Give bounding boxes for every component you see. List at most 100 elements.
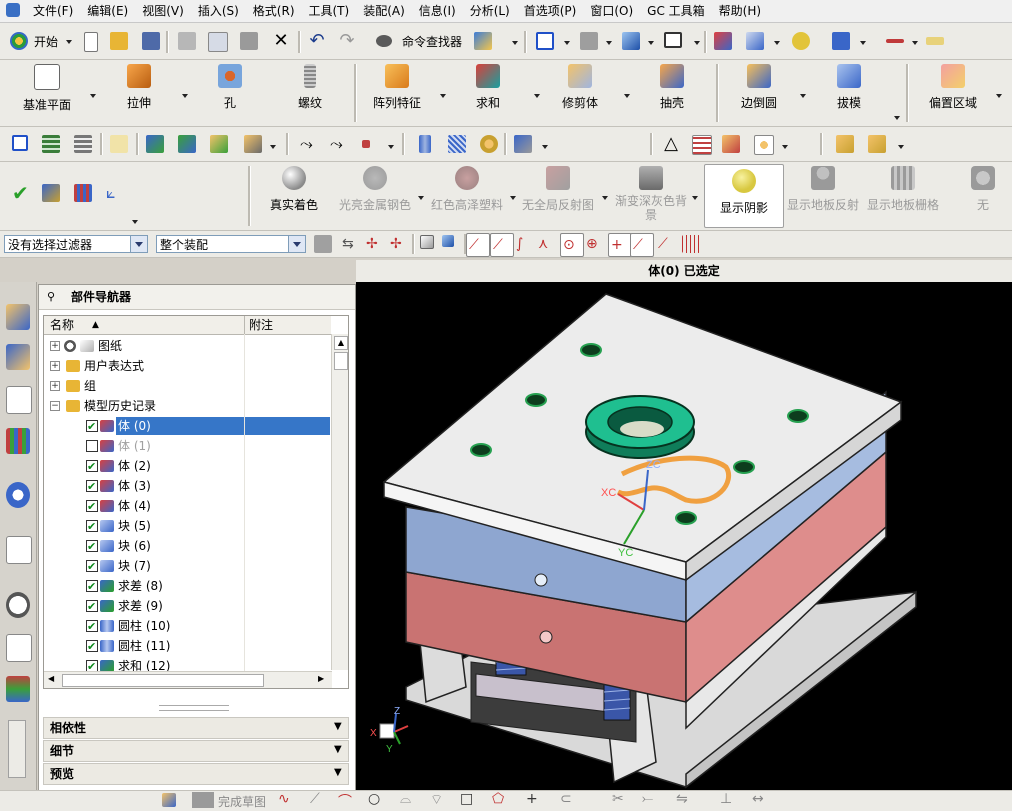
expand-icon[interactable]: + — [50, 381, 60, 391]
show-shadow-button[interactable]: 显示阴影 — [704, 164, 784, 228]
visibility-checkbox[interactable] — [86, 597, 98, 617]
collapse-icon[interactable]: − — [50, 401, 60, 411]
visibility-checkbox[interactable] — [86, 557, 98, 577]
tree-row[interactable]: 求差 (8) — [44, 576, 330, 597]
finish-sketch-button[interactable] — [160, 791, 182, 809]
extrude-button[interactable]: 拉伸 — [106, 64, 172, 111]
render-style-button[interactable] — [620, 30, 642, 52]
filter-settings-button[interactable] — [312, 233, 334, 255]
cylinder-button[interactable] — [414, 133, 436, 155]
select-face-button[interactable] — [440, 233, 462, 255]
visibility-checkbox[interactable] — [86, 497, 98, 517]
snap-face-button[interactable]: ⟋ — [656, 233, 678, 255]
metal-steel-button[interactable]: 光亮金属钢色 — [334, 166, 416, 213]
reuse-library-tab[interactable] — [6, 428, 30, 454]
tree-row[interactable]: 求差 (9) — [44, 596, 330, 617]
dimension-icon[interactable]: ↔ — [752, 791, 764, 807]
menu-gc-toolkit[interactable]: GC 工具箱 — [640, 0, 712, 22]
ruler-button[interactable] — [924, 30, 946, 52]
floor-grid-button[interactable]: 显示地板栅格 — [866, 166, 940, 213]
render-mode-button[interactable] — [40, 182, 62, 204]
background-button[interactable] — [662, 30, 684, 52]
selection-tool-button[interactable] — [472, 30, 494, 52]
info-tab[interactable] — [6, 482, 30, 508]
visibility-checkbox[interactable] — [86, 517, 98, 537]
select-body-button[interactable] — [418, 233, 440, 255]
tree-row[interactable]: 体 (4) — [44, 496, 330, 517]
none-button[interactable]: 无 — [960, 166, 1006, 213]
section-button[interactable] — [720, 133, 742, 155]
scroll-up-icon[interactable]: ▲ — [334, 336, 348, 350]
scroll-left-icon[interactable]: ◀ — [48, 674, 54, 683]
selection-scope-select[interactable]: 整个装配 — [156, 235, 306, 253]
draft-button[interactable]: 拔模 — [818, 64, 880, 111]
grid-snap-button[interactable] — [680, 233, 702, 255]
trim-icon[interactable]: ✂ — [612, 791, 624, 807]
pattern-feature-button[interactable]: 阵列特征 — [362, 64, 432, 111]
menu-window[interactable]: 窗口(O) — [583, 0, 640, 22]
start-button[interactable]: 开始 — [8, 30, 68, 52]
wcs-button[interactable] — [712, 30, 734, 52]
pattern-button[interactable] — [752, 133, 774, 155]
point-icon[interactable]: + — [526, 791, 538, 807]
snap-quadrant-button[interactable]: ⊕ — [584, 233, 606, 255]
chamfer-icon[interactable]: ⌔ — [430, 791, 443, 809]
rectangle-icon[interactable]: □ — [460, 791, 473, 807]
no-reflection-button[interactable]: 无全局反射图 — [518, 166, 598, 213]
gear-button[interactable] — [478, 133, 500, 155]
snap-button[interactable] — [790, 30, 812, 52]
visibility-checkbox[interactable] — [86, 477, 98, 497]
tree-row[interactable]: + 图纸 — [44, 336, 330, 356]
snap-endpoint-button[interactable]: ⟋ — [466, 233, 490, 257]
scroll-right-icon[interactable]: ▶ — [318, 674, 324, 683]
fit-view-button[interactable] — [534, 30, 556, 52]
tree-row[interactable]: 体 (2) — [44, 456, 330, 477]
cut-button[interactable] — [176, 30, 198, 52]
tree-row[interactable]: 块 (7) — [44, 556, 330, 577]
component-button[interactable] — [176, 133, 198, 155]
nx-app-icon[interactable] — [6, 3, 20, 17]
curve-edit-button[interactable]: ⤳ — [328, 133, 350, 155]
menu-assemblies[interactable]: 装配(A) — [356, 0, 412, 22]
tree-row[interactable]: 体 (1) — [44, 436, 330, 456]
feature-select-button[interactable]: ✢ — [364, 233, 386, 255]
menu-help[interactable]: 帮助(H) — [712, 0, 768, 22]
menu-format[interactable]: 格式(R) — [246, 0, 302, 22]
spring-button[interactable] — [446, 133, 468, 155]
hscroll-thumb[interactable] — [62, 674, 264, 687]
deselect-button[interactable]: ✢ — [388, 233, 410, 255]
gradient-bg-button[interactable]: 渐变深灰色背景 — [612, 166, 690, 222]
visibility-checkbox[interactable] — [86, 457, 98, 477]
assembly-nav-button[interactable] — [10, 133, 32, 155]
new-button[interactable] — [80, 30, 102, 52]
graphics-window[interactable]: XC YC ZC X Y Z — [356, 282, 1012, 790]
details-panel[interactable]: 细节 ▼ — [43, 740, 349, 762]
system-materials-tab[interactable] — [6, 634, 32, 662]
red-plastic-button[interactable]: 红色高泽塑料 — [428, 166, 506, 213]
measure-button[interactable] — [884, 30, 906, 52]
triangle-button[interactable]: △ — [660, 133, 682, 155]
scroll-thumb[interactable] — [334, 352, 348, 370]
tree-row[interactable]: 求和 (12) — [44, 656, 330, 672]
arc-icon[interactable]: ⌒ — [338, 791, 352, 811]
constraint-icon[interactable]: ⊥ — [720, 791, 732, 807]
csys-button[interactable]: ⟀ — [104, 182, 126, 204]
delete-button[interactable]: ✕ — [270, 30, 292, 52]
visibility-checkbox[interactable] — [86, 417, 98, 437]
mold-tools-button[interactable] — [866, 133, 888, 155]
tree-row[interactable]: − 模型历史记录 — [44, 396, 330, 416]
tool-button[interactable] — [512, 133, 534, 155]
tree-vertical-scrollbar[interactable]: ▲ — [331, 334, 348, 670]
visibility-checkbox[interactable] — [86, 577, 98, 597]
trim-body-button[interactable]: 修剪体 — [550, 64, 610, 111]
thread-button[interactable]: 螺纹 — [280, 64, 340, 111]
visibility-checkbox[interactable] — [86, 440, 98, 452]
move-component-button[interactable] — [744, 30, 766, 52]
hole-button[interactable]: 孔 — [200, 64, 260, 111]
menu-view[interactable]: 视图(V) — [135, 0, 191, 22]
copy-button[interactable] — [206, 30, 228, 52]
check-button[interactable]: ✔ — [10, 182, 32, 204]
type-filter-select[interactable]: 没有选择过滤器 — [4, 235, 148, 253]
pin-icon[interactable]: ⚲ — [47, 285, 55, 309]
panel-splitter[interactable] — [159, 705, 229, 711]
